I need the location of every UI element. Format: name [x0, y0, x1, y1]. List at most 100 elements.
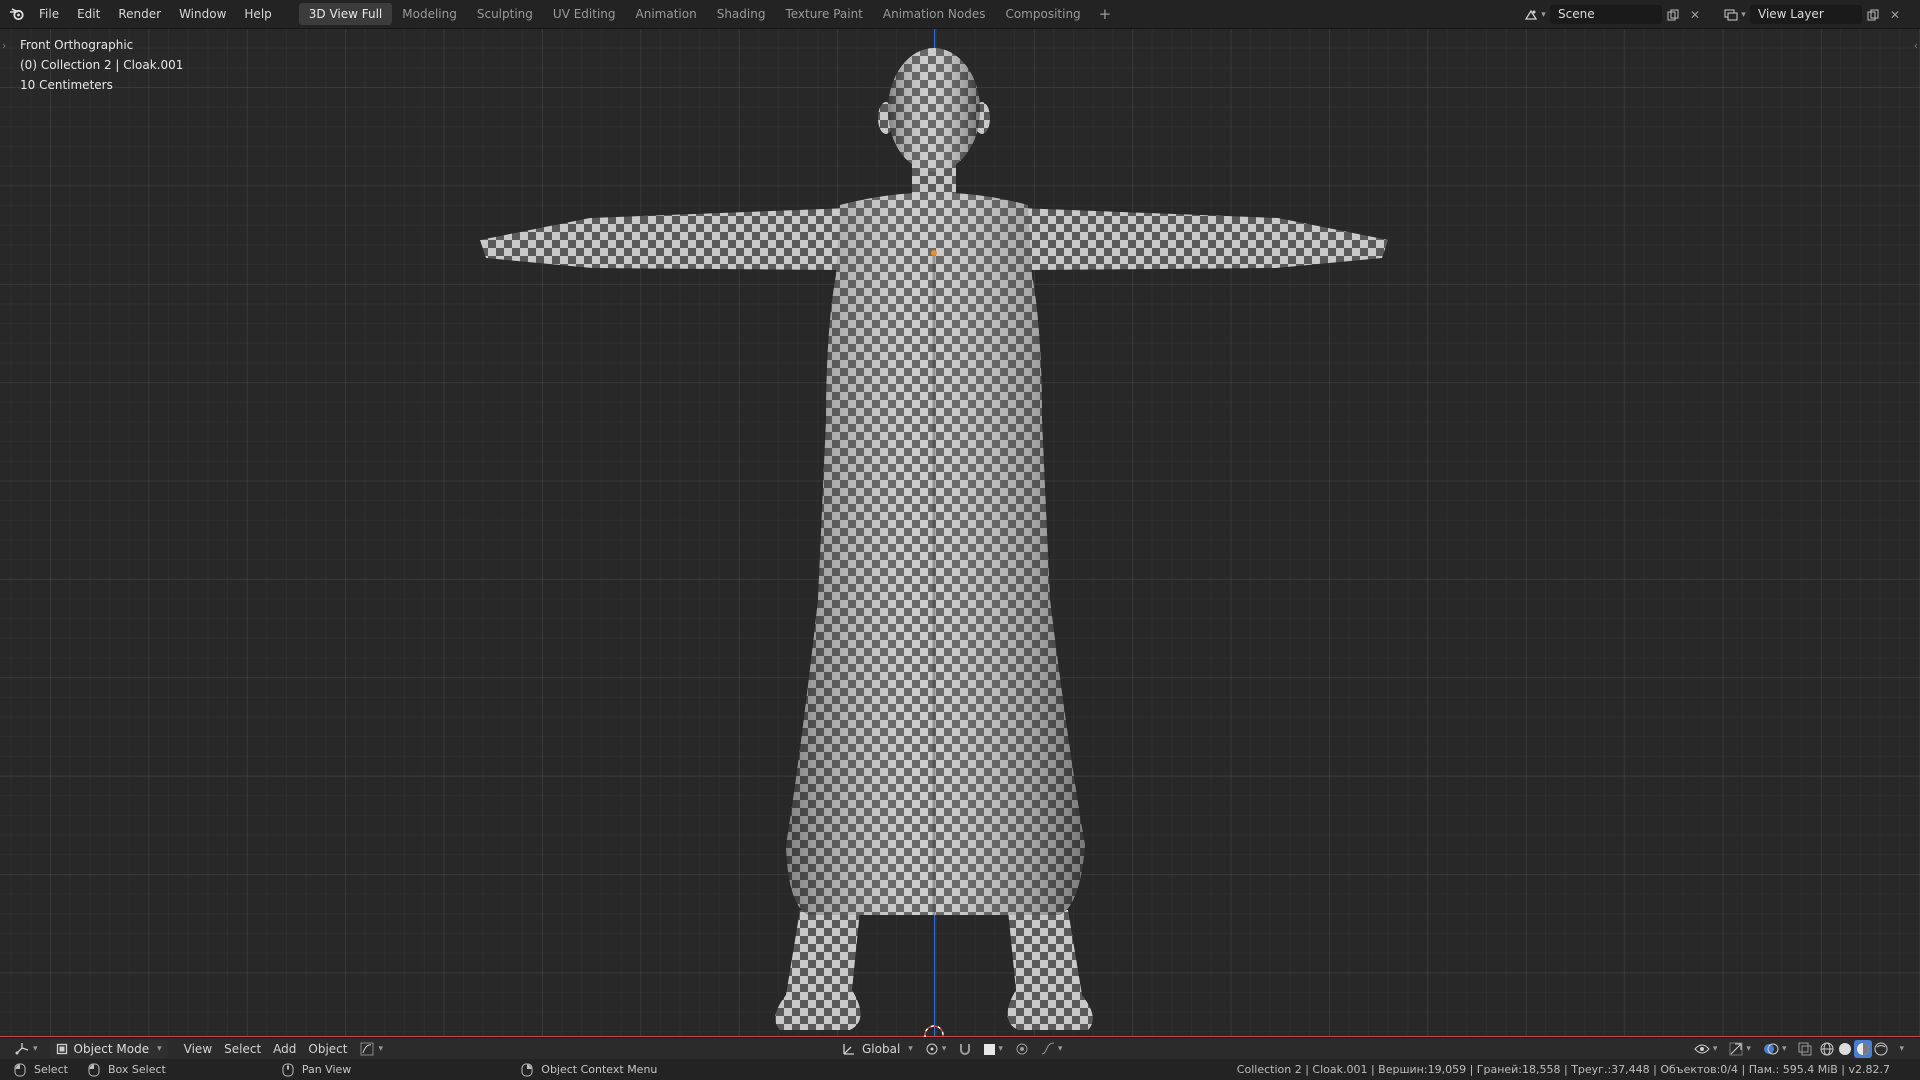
orientation-dropdown[interactable]: Global ▾ — [836, 1039, 919, 1059]
scene-browse-button[interactable]: ▾ — [1520, 5, 1550, 25]
visibility-button[interactable]: ▾ — [1688, 1039, 1724, 1059]
proportional-edit-button[interactable] — [1009, 1039, 1035, 1059]
status-hint-label: Object Context Menu — [541, 1063, 658, 1076]
close-icon: ✕ — [1889, 7, 1901, 22]
cloak-character-model[interactable] — [470, 29, 1400, 1037]
tab-modeling[interactable]: Modeling — [392, 3, 467, 25]
object-mode-dropdown[interactable]: Object Mode ▾ — [49, 1039, 168, 1058]
shading-options-button[interactable]: ▾ — [1890, 1039, 1910, 1059]
menu-file[interactable]: File — [30, 3, 68, 25]
editor-type-button[interactable]: ▾ — [8, 1039, 44, 1059]
menu-render[interactable]: Render — [109, 3, 170, 25]
menu-add[interactable]: Add — [267, 1039, 302, 1059]
falloff-curve-icon — [1041, 1042, 1054, 1055]
3d-view-editor-icon — [15, 1042, 29, 1054]
menu-help[interactable]: Help — [235, 3, 280, 25]
chevron-down-icon: ▾ — [1541, 9, 1546, 20]
chevron-down-icon: ▾ — [1781, 1044, 1787, 1054]
pivot-icon — [926, 1043, 938, 1055]
view-layer-browse-button[interactable]: ▾ — [1720, 5, 1750, 25]
rendered-sphere-icon — [1874, 1042, 1888, 1056]
proportional-icon — [1016, 1043, 1028, 1055]
magnet-icon — [960, 1044, 971, 1055]
view-name-label: Front Orthographic — [20, 38, 134, 52]
snap-element-button[interactable]: ▾ — [978, 1039, 1009, 1059]
view-layer-name-field[interactable]: View Layer — [1750, 5, 1862, 24]
blender-logo-icon[interactable] — [4, 1, 30, 27]
chevron-down-icon: ▾ — [1057, 1044, 1063, 1054]
copy-icon — [1867, 9, 1879, 20]
workspace-tabs: 3D View Full Modeling Sculpting UV Editi… — [298, 3, 1120, 25]
menu-object[interactable]: Object — [302, 1039, 353, 1059]
collection-info-label: (0) Collection 2 | Cloak.001 — [20, 58, 184, 72]
curve-icon — [360, 1042, 373, 1055]
wireframe-sphere-icon — [1820, 1042, 1834, 1056]
3d-viewport[interactable]: Front Orthographic (0) Collection 2 | Cl… — [0, 29, 1920, 1037]
tab-animation[interactable]: Animation — [626, 3, 707, 25]
gizmo-icon — [1729, 1042, 1743, 1056]
delete-view-layer-button[interactable]: ✕ — [1884, 5, 1906, 25]
new-view-layer-button[interactable] — [1862, 5, 1884, 25]
close-icon: ✕ — [1689, 7, 1701, 22]
orientation-axes-icon — [843, 1044, 854, 1055]
top-right-controls: ▾ Scene ✕ ▾ View Layer ✕ — [1520, 0, 1920, 29]
tab-compositing[interactable]: Compositing — [995, 3, 1090, 25]
delete-scene-button[interactable]: ✕ — [1684, 5, 1706, 25]
scene-name-field[interactable]: Scene — [1550, 5, 1662, 24]
gizmo-toggle-button[interactable]: ▾ — [1723, 1039, 1757, 1059]
rendered-shading-button[interactable] — [1872, 1040, 1890, 1058]
material-preview-button[interactable] — [1854, 1040, 1873, 1058]
gizmo-mode-button[interactable]: ▾ — [354, 1039, 390, 1059]
toolbar-expand-icon[interactable]: › — [2, 39, 6, 52]
chevron-down-icon: ▾ — [908, 1044, 913, 1054]
viewport-display-tools: ▾ ▾ ▾ ▾ — [1688, 1038, 1910, 1060]
mouse-left-icon — [14, 1063, 26, 1076]
status-hint-pan-view: Pan View — [282, 1063, 351, 1077]
status-hint-label: Pan View — [301, 1063, 352, 1076]
object-origin-dot — [931, 250, 937, 256]
tab-shading[interactable]: Shading — [707, 3, 776, 25]
chevron-down-icon: ▾ — [378, 1043, 384, 1054]
scene-icon — [1525, 9, 1538, 20]
scene-statistics: Collection 2 | Cloak.001 | Вершин:19,059… — [1236, 1063, 1890, 1076]
tab-3d-view-full[interactable]: 3D View Full — [298, 3, 393, 25]
tab-animation-nodes[interactable]: Animation Nodes — [873, 3, 996, 25]
wireframe-shading-button[interactable] — [1818, 1040, 1836, 1058]
menu-select[interactable]: Select — [218, 1039, 267, 1059]
grid-scale-label: 10 Centimeters — [20, 78, 113, 92]
chevron-down-icon: ▾ — [1746, 1044, 1751, 1054]
view-layer-selector: ▾ View Layer ✕ — [1720, 5, 1906, 25]
tab-sculpting[interactable]: Sculpting — [467, 3, 543, 25]
chevron-down-icon: ▾ — [33, 1043, 38, 1054]
status-bar: Select Box Select Pan View Object Contex… — [0, 1059, 1920, 1080]
sidebar-expand-icon[interactable]: ‹ — [1914, 39, 1918, 52]
material-sphere-icon — [1857, 1043, 1870, 1055]
add-workspace-button[interactable]: + — [1091, 5, 1120, 23]
chevron-down-icon: ▾ — [1899, 1044, 1904, 1054]
3d-cursor-icon[interactable] — [924, 1025, 944, 1037]
status-hint-label: Box Select — [107, 1063, 166, 1076]
new-scene-button[interactable] — [1662, 5, 1684, 25]
tab-texture-paint[interactable]: Texture Paint — [775, 3, 872, 25]
snap-toggle-button[interactable] — [952, 1039, 978, 1059]
model-mesh — [480, 48, 1388, 1030]
overlays-icon — [1763, 1043, 1779, 1055]
3d-view-header: ▾ Object Mode ▾ View Select Add Object ▾… — [0, 1037, 1920, 1059]
mouse-drag-icon — [88, 1063, 100, 1076]
pivot-point-button[interactable]: ▾ — [919, 1039, 953, 1059]
mouse-right-icon — [521, 1063, 533, 1076]
menu-edit[interactable]: Edit — [68, 3, 109, 25]
menu-window[interactable]: Window — [170, 3, 235, 25]
xray-toggle-button[interactable] — [1792, 1039, 1818, 1059]
falloff-button[interactable]: ▾ — [1035, 1039, 1069, 1059]
menu-view[interactable]: View — [178, 1039, 218, 1059]
transform-tools: Global ▾ ▾ ▾ ▾ — [836, 1038, 1068, 1060]
chevron-down-icon: ▾ — [1741, 9, 1746, 20]
chevron-down-icon: ▾ — [1712, 1044, 1718, 1054]
scene-selector: ▾ Scene ✕ — [1520, 5, 1706, 25]
solid-shading-button[interactable] — [1836, 1040, 1854, 1058]
square-icon — [984, 1043, 996, 1055]
chevron-down-icon: ▾ — [998, 1044, 1003, 1054]
overlays-toggle-button[interactable]: ▾ — [1757, 1039, 1793, 1059]
tab-uv-editing[interactable]: UV Editing — [543, 3, 626, 25]
